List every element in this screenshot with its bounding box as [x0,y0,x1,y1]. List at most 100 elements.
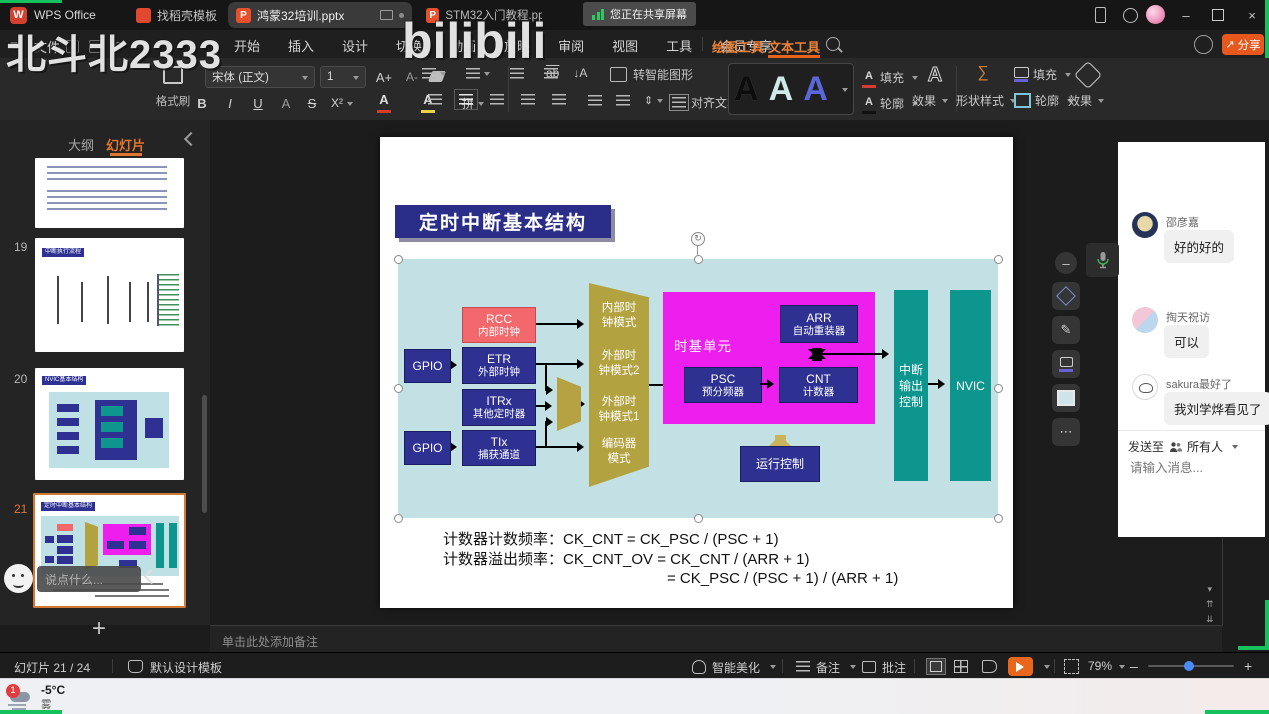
arr-box[interactable]: ARR自动重装器 [780,305,858,343]
italic-button[interactable]: I [218,92,242,114]
cloud-sync-icon[interactable] [1194,35,1213,54]
gpio-box-top[interactable]: GPIO [404,349,451,383]
char-border-button[interactable]: A [274,92,298,114]
previous-slide-icon[interactable]: ⇈ [1206,597,1214,612]
paragraph-spacing-icon[interactable] [616,95,630,106]
text-style-black[interactable]: A [734,70,759,109]
add-slide-button[interactable]: + [92,615,106,643]
slide-sorter-view-button[interactable] [954,660,968,673]
slideshow-play-button[interactable] [1008,657,1033,676]
text-effect-icon[interactable]: A [922,64,948,88]
text-style-cyan[interactable]: A [769,70,794,109]
zoom-slider-thumb[interactable] [1184,661,1194,671]
minimize-button[interactable]: – [1172,2,1200,28]
comments-button[interactable]: 批注 [882,659,906,676]
menu-animation[interactable]: 动画 [448,36,478,55]
tix-box[interactable]: TIx捕获通道 [462,430,536,466]
numbered-list-button[interactable] [466,68,490,79]
menu-view[interactable]: 视图 [610,36,640,55]
shape-style-icon[interactable]: ∑ [972,64,994,84]
slide-thumbnail-18[interactable] [35,158,184,228]
slide-canvas[interactable]: 定时中断基本结构 ↻ 内部时钟模式 外部时钟模式2 [380,137,1013,608]
rotate-handle[interactable]: ↻ [691,232,705,246]
menu-review[interactable]: 审阅 [556,36,586,55]
underline-button[interactable]: U [246,92,270,114]
bullet-list-button[interactable] [422,68,446,79]
shape-effect-icon[interactable] [1074,61,1102,89]
selection-handle[interactable] [394,514,403,523]
itrx-box[interactable]: ITRx其他定时器 [462,389,536,426]
shape-outline-button[interactable]: 轮廓 [1014,92,1073,109]
shape-effect-button[interactable]: 效果 [1068,92,1104,109]
menu-text-tools[interactable]: 文本工具 [768,37,820,56]
avatar[interactable] [1132,307,1158,333]
hamburger-icon[interactable]: ≡ [10,37,18,53]
align-left-button[interactable] [428,94,442,105]
menu-insert[interactable]: 插入 [286,36,316,55]
bold-button[interactable]: B [190,92,214,114]
globe-icon[interactable] [1116,2,1144,28]
menu-file[interactable]: 文件 [32,37,62,56]
maximize-button[interactable] [1204,2,1232,28]
shrink-font-button[interactable]: A- [400,66,424,88]
avatar[interactable] [1132,212,1158,238]
share-button[interactable]: ↗ 分享 [1222,34,1264,55]
gpio-box-bottom[interactable]: GPIO [404,431,451,465]
strikethrough-button[interactable]: S [300,92,324,114]
tab-outline[interactable]: 大纲 [68,135,94,154]
menu-design[interactable]: 设计 [340,36,370,55]
text-direction-button[interactable]: ab [546,66,559,80]
scroll-down-icon[interactable]: ▾ [1206,582,1214,597]
superscript-button[interactable]: X² [328,92,356,114]
menu-draw-tools[interactable]: 绘图工具 [712,37,764,56]
selection-handle[interactable] [994,514,1003,523]
template-store-tab[interactable]: 找稻壳模板 [136,4,217,26]
justify-button[interactable] [521,94,535,105]
fill-color-button[interactable] [1052,350,1080,378]
selection-handle[interactable] [694,255,703,264]
align-right-button[interactable] [490,94,504,105]
slide-thumbnail-20[interactable]: NVIC基本结构 [35,368,184,480]
zoom-in-button[interactable]: + [1244,658,1252,674]
menu-slideshow[interactable]: 放映 [502,36,532,55]
notes-button[interactable]: 备注 [816,659,840,676]
shape-fill-button[interactable]: 填充 [1014,66,1071,83]
smart-beautify-button[interactable]: 智能美化 [712,659,760,676]
sidebar-scrollbar[interactable] [202,395,207,513]
collapse-panel-icon[interactable] [184,132,198,146]
close-button[interactable]: × [1238,2,1266,28]
shape-style-button[interactable]: 形状样式 [956,92,1016,109]
gallery-more-icon[interactable] [842,88,848,95]
slide-thumbnail-19[interactable]: 中断执行流程 [35,238,184,352]
text-effect-button[interactable]: 效果 [912,92,948,109]
doc-tab-active[interactable]: P 鸿蒙32培训.pptx [228,2,412,28]
cnt-box[interactable]: CNT计数器 [779,367,858,403]
font-color-button[interactable]: A [372,91,396,115]
menu-transition[interactable]: 切换 [394,36,424,55]
selection-handle[interactable] [394,255,403,264]
notes-bar[interactable]: 单击此处添加备注 [210,625,1222,653]
grow-font-button[interactable]: A+ [372,66,396,88]
font-name-select[interactable]: 宋体 (正文) [205,66,315,88]
collapse-tools-button[interactable]: – [1055,252,1077,274]
line-spacing-icon[interactable] [588,95,602,106]
distribute-button[interactable] [552,94,566,105]
background-button[interactable] [1052,384,1080,412]
align-center-button[interactable] [459,94,473,105]
danmaku-emoji-button[interactable] [4,564,33,593]
selection-handle[interactable] [394,384,403,393]
avatar[interactable] [1132,374,1158,400]
slide-title-box[interactable]: 定时中断基本结构 [395,205,611,238]
redo-icon[interactable]: ↷ [132,39,142,53]
fit-screen-icon[interactable] [1064,659,1079,674]
text-fill-button[interactable]: A 填充 [862,66,918,88]
audience-dropdown-icon[interactable] [1232,445,1238,452]
doc-tab-inactive[interactable]: P STM32入门教程.pptx [418,2,550,28]
print-icon[interactable] [89,40,102,53]
smart-graphic-button[interactable]: 转智能图形 [610,66,693,83]
danmaku-collapse-icon[interactable] [144,569,160,585]
mic-button[interactable] [1086,243,1119,277]
selection-handle[interactable] [694,514,703,523]
design-template-button[interactable]: 默认设计模板 [150,659,222,676]
save-icon[interactable] [66,40,79,53]
